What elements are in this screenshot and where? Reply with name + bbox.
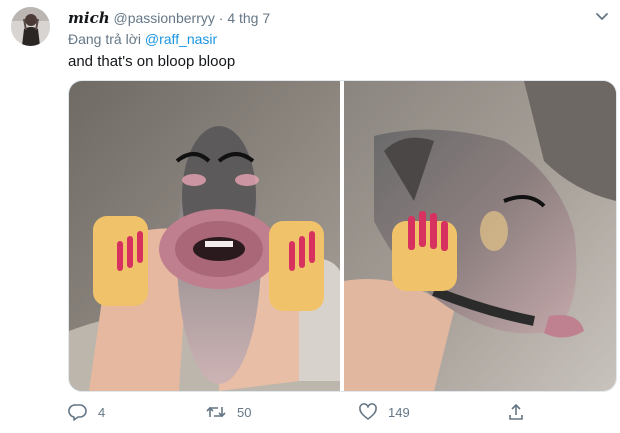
- tweet-header: mich @passionberryy · 4 thg 7: [68, 9, 270, 27]
- share-button[interactable]: [506, 400, 526, 424]
- avatar[interactable]: [11, 7, 50, 46]
- reply-count: 4: [98, 404, 106, 420]
- retweet-icon: [205, 402, 227, 422]
- tweet-text: and that's on bloop bloop: [68, 53, 236, 70]
- media-grid: [68, 80, 617, 392]
- replying-to-label: Đang trả lời: [68, 31, 141, 47]
- mention-link[interactable]: @raff_nasir: [145, 31, 217, 47]
- user-handle[interactable]: @passionberryy: [114, 10, 215, 26]
- reply-icon: [68, 402, 88, 422]
- like-count: 149: [388, 404, 410, 420]
- photo-left[interactable]: [69, 81, 340, 391]
- tweet-card[interactable]: mich @passionberryy · 4 thg 7 Đang trả l…: [0, 0, 620, 433]
- chevron-down-icon[interactable]: [592, 6, 612, 26]
- heart-icon: [358, 402, 378, 422]
- separator-dot: ·: [218, 10, 224, 26]
- display-name[interactable]: mich: [68, 9, 110, 27]
- replying-to: Đang trả lời @raff_nasir: [68, 30, 217, 48]
- retweet-count: 50: [237, 404, 252, 420]
- tweet-timestamp[interactable]: 4 thg 7: [227, 10, 270, 26]
- reply-button[interactable]: 4: [68, 400, 105, 424]
- photo-right[interactable]: [344, 81, 616, 391]
- retweet-button[interactable]: 50: [205, 400, 251, 424]
- tweet-actions: 4 50 149: [68, 400, 548, 424]
- share-icon: [506, 402, 526, 422]
- like-button[interactable]: 149: [358, 400, 410, 424]
